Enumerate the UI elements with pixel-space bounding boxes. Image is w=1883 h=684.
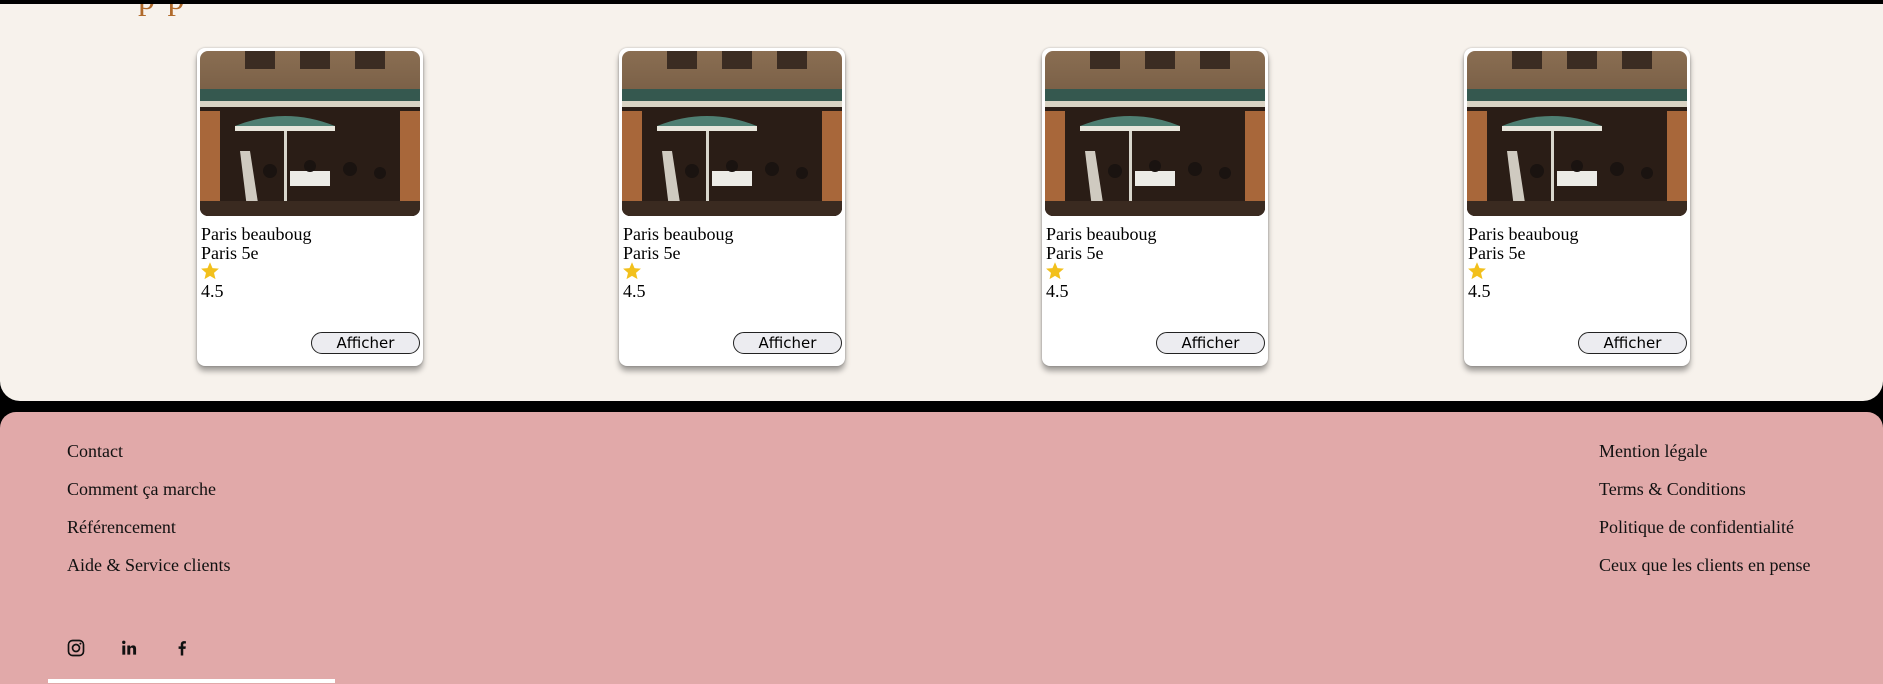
instagram-icon[interactable] (66, 638, 86, 658)
restaurant-photo (200, 51, 420, 216)
restaurant-photo (1045, 51, 1265, 216)
site-footer: Contact Comment ça marche Référencement … (0, 412, 1883, 684)
footer-links-right: Mention légale Terms & Conditions Politi… (1599, 439, 1810, 591)
rating-value: 4.5 (201, 281, 224, 301)
restaurant-name: Paris beauboug (623, 224, 734, 244)
show-button[interactable]: Afficher (1156, 332, 1265, 354)
footer-link-testimonials[interactable]: Ceux que les clients en pense (1599, 553, 1810, 591)
restaurant-name: Paris beauboug (1046, 224, 1157, 244)
star-icon (623, 262, 641, 280)
section-heading: p p (138, 4, 187, 18)
rating-value: 4.5 (623, 281, 646, 301)
restaurant-card[interactable]: Paris beauboug Paris 5e 4.5 Afficher (1464, 48, 1690, 366)
restaurant-card[interactable]: Paris beauboug Paris 5e 4.5 Afficher (197, 48, 423, 366)
restaurant-photo (1467, 51, 1687, 216)
footer-link-privacy[interactable]: Politique de confidentialité (1599, 515, 1810, 553)
show-button[interactable]: Afficher (733, 332, 842, 354)
bottom-strip (48, 679, 335, 683)
show-button[interactable]: Afficher (1578, 332, 1687, 354)
star-icon (201, 262, 219, 280)
restaurant-name: Paris beauboug (201, 224, 312, 244)
restaurant-photo (622, 51, 842, 216)
footer-links-left: Contact Comment ça marche Référencement … (67, 439, 230, 591)
show-button[interactable]: Afficher (311, 332, 420, 354)
restaurant-name: Paris beauboug (1468, 224, 1579, 244)
footer-link-contact[interactable]: Contact (67, 439, 230, 477)
restaurant-card[interactable]: Paris beauboug Paris 5e 4.5 Afficher (1042, 48, 1268, 366)
facebook-icon[interactable] (172, 638, 192, 658)
footer-link-customer-service[interactable]: Aide & Service clients (67, 553, 230, 591)
footer-link-terms[interactable]: Terms & Conditions (1599, 477, 1810, 515)
linkedin-icon[interactable] (119, 638, 139, 658)
listing-section: p p (0, 4, 1883, 401)
rating-value: 4.5 (1046, 281, 1069, 301)
footer-link-legal-notice[interactable]: Mention légale (1599, 439, 1810, 477)
star-icon (1046, 262, 1064, 280)
star-icon (1468, 262, 1486, 280)
footer-link-how-it-works[interactable]: Comment ça marche (67, 477, 230, 515)
restaurant-card[interactable]: Paris beauboug Paris 5e 4.5 Afficher (619, 48, 845, 366)
rating-value: 4.5 (1468, 281, 1491, 301)
footer-link-referencing[interactable]: Référencement (67, 515, 230, 553)
